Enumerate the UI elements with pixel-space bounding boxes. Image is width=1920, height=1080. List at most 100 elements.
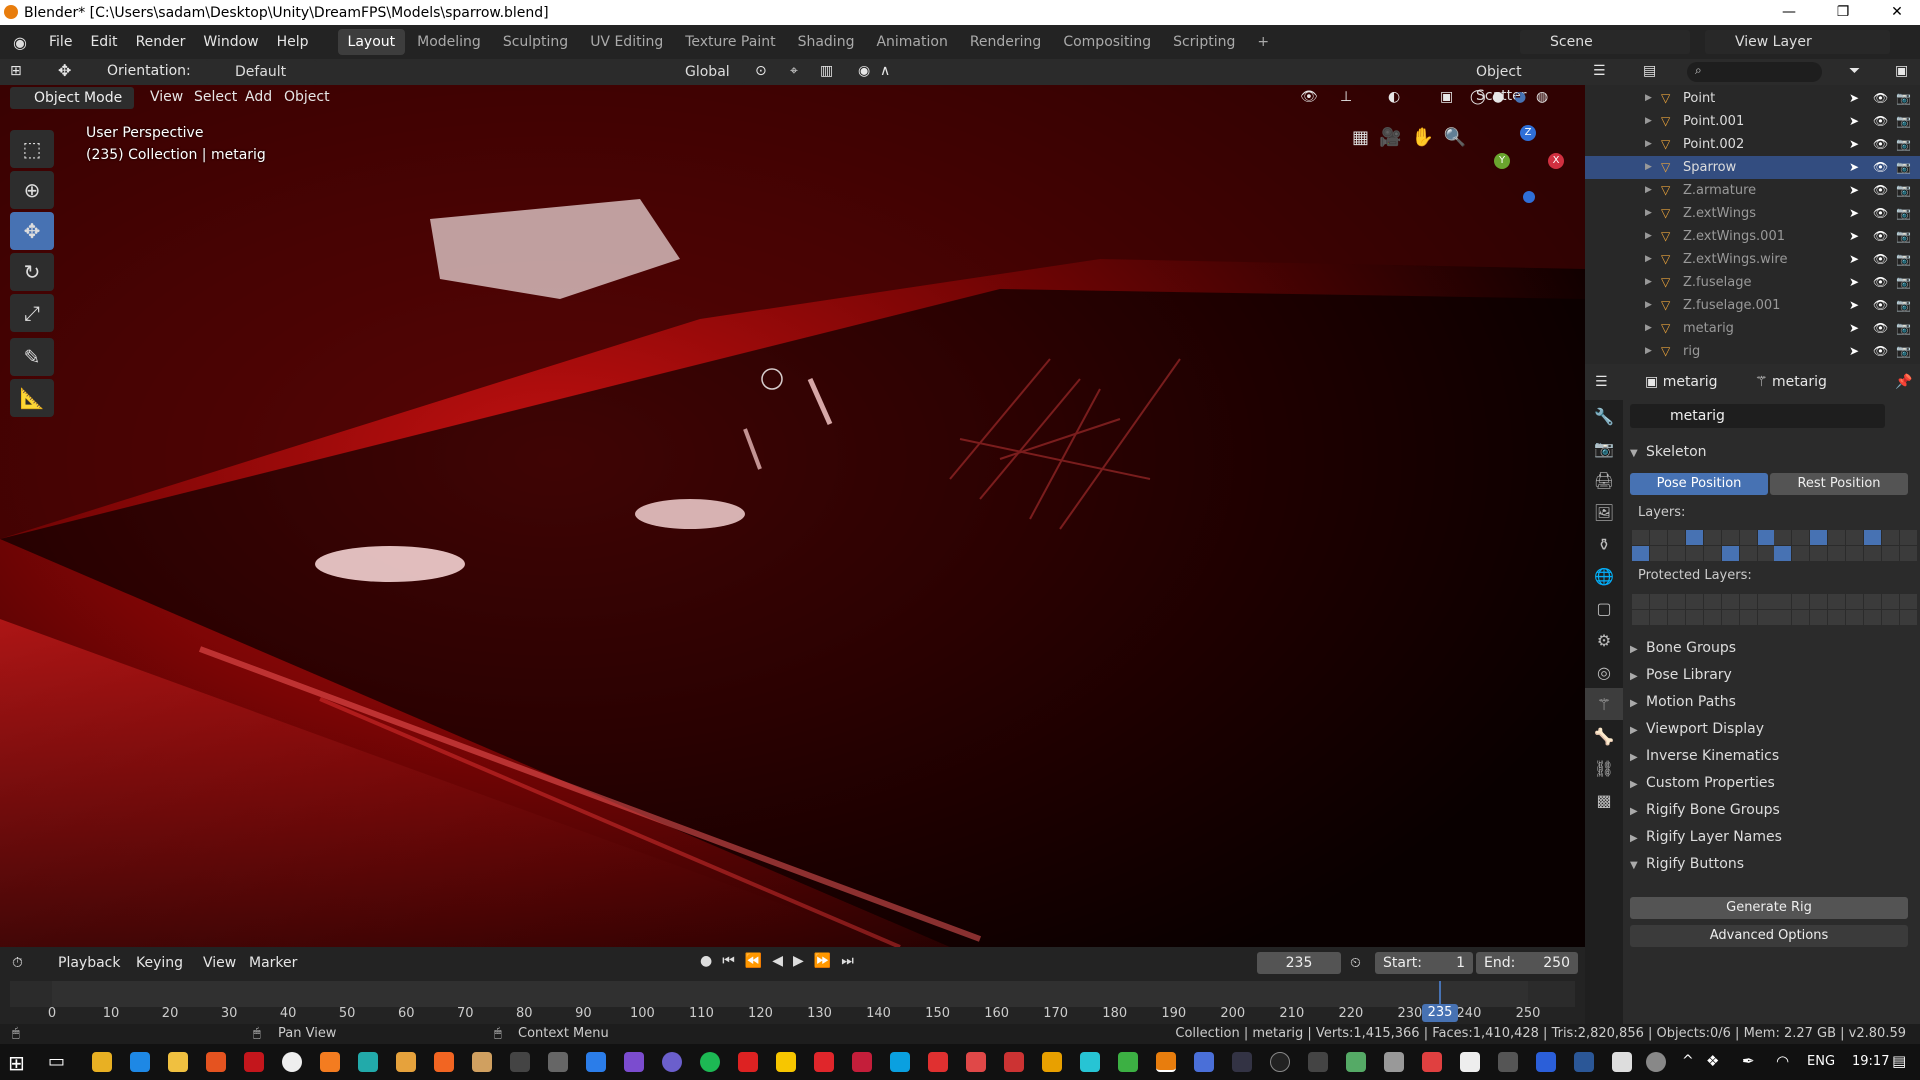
- tab-compositing[interactable]: Compositing: [1053, 29, 1161, 55]
- disclosure-arrow-icon[interactable]: ▶: [1645, 110, 1652, 133]
- visual-studio-app-icon[interactable]: [624, 1052, 644, 1072]
- add-menu[interactable]: Add: [245, 85, 272, 109]
- app-icon-18[interactable]: [776, 1052, 796, 1072]
- disclosure-arrow-icon[interactable]: ▶: [1645, 225, 1652, 248]
- eye-icon[interactable]: 👁: [1873, 156, 1888, 179]
- app-icon-36[interactable]: [1460, 1052, 1480, 1072]
- rendered-shading-icon[interactable]: ◍: [1536, 85, 1548, 109]
- pin-icon[interactable]: 📌: [1895, 370, 1912, 394]
- add-workspace-button[interactable]: +: [1247, 29, 1279, 55]
- wireframe-shading-icon[interactable]: ◯: [1470, 85, 1486, 109]
- collapsed-panel-header[interactable]: ▶ Motion Paths: [1630, 689, 1910, 715]
- gizmo-x-axis[interactable]: X: [1548, 153, 1564, 169]
- solid-shading-icon[interactable]: ●: [1492, 85, 1504, 109]
- eye-icon[interactable]: 👁: [1873, 294, 1888, 317]
- layers-grid-right[interactable]: [1774, 530, 1917, 561]
- select-toggle-icon[interactable]: ➤: [1849, 156, 1859, 179]
- camera-render-icon[interactable]: 📷: [1896, 294, 1911, 317]
- current-frame-field[interactable]: 235: [1257, 952, 1341, 974]
- collapsed-panel-header[interactable]: ▶ Viewport Display: [1630, 716, 1910, 742]
- unity-app-icon[interactable]: [548, 1052, 568, 1072]
- eye-icon[interactable]: 👁: [1873, 87, 1888, 110]
- orientation-dropdown[interactable]: Default: [205, 60, 317, 84]
- marker-menu[interactable]: Marker: [249, 951, 297, 975]
- playback-menu[interactable]: Playback: [58, 951, 120, 975]
- disclosure-arrow-icon[interactable]: ▶: [1645, 248, 1652, 271]
- app-icon-27[interactable]: [1118, 1052, 1138, 1072]
- select-toggle-icon[interactable]: ➤: [1849, 248, 1859, 271]
- rest-position-button[interactable]: Rest Position: [1770, 473, 1908, 495]
- select-toggle-icon[interactable]: ➤: [1849, 225, 1859, 248]
- app-icon-9[interactable]: [434, 1052, 454, 1072]
- pivot-icon[interactable]: ⊙: [755, 59, 767, 83]
- dropbox-tray-icon[interactable]: ❖: [1706, 1052, 1719, 1070]
- breadcrumb-object[interactable]: ▣ metarig: [1645, 370, 1718, 394]
- proportional-edit-icon[interactable]: ◉: [858, 59, 870, 83]
- explorer-app-icon[interactable]: [168, 1052, 188, 1072]
- outliner-row[interactable]: ▶ ▽ Point.002 ➤ 👁 📷: [1585, 133, 1920, 156]
- collapsed-panel-header[interactable]: ▶ Rigify Layer Names: [1630, 824, 1910, 850]
- close-button[interactable]: ✕: [1874, 0, 1920, 25]
- pan-hand-icon[interactable]: ✋: [1411, 127, 1433, 148]
- blender-menu-icon[interactable]: ◉: [0, 33, 40, 52]
- view-layer-selector[interactable]: View Layer: [1705, 30, 1890, 54]
- play-reverse-icon[interactable]: ◀: [772, 953, 783, 969]
- outliner-row[interactable]: ▶ ▽ Point ➤ 👁 📷: [1585, 87, 1920, 110]
- app-icon-11[interactable]: [510, 1052, 530, 1072]
- tab-scripting[interactable]: Scripting: [1163, 29, 1245, 55]
- view-layer-tab-icon[interactable]: 🖼: [1585, 496, 1623, 528]
- app-icon-17[interactable]: [738, 1052, 758, 1072]
- timeline-editor-icon[interactable]: ⏱: [12, 951, 23, 975]
- app-icon-31[interactable]: [1270, 1052, 1290, 1072]
- material-shading-icon[interactable]: ◕: [1514, 85, 1526, 109]
- menu-file[interactable]: File: [40, 34, 81, 50]
- app-icon-35[interactable]: [1422, 1052, 1442, 1072]
- object-menu[interactable]: Object: [284, 85, 330, 109]
- language-indicator[interactable]: ENG: [1807, 1054, 1835, 1069]
- eye-icon[interactable]: 👁: [1873, 248, 1888, 271]
- protected-layers-grid-left[interactable]: [1632, 594, 1775, 625]
- physics-tab-icon[interactable]: ◎: [1585, 656, 1623, 688]
- app-icon-30[interactable]: [1232, 1052, 1252, 1072]
- app-icon-8[interactable]: [396, 1052, 416, 1072]
- measure-tool-icon[interactable]: 📐: [10, 379, 54, 417]
- disclosure-arrow-icon[interactable]: ▶: [1645, 271, 1652, 294]
- eye-icon[interactable]: 👁: [1873, 317, 1888, 340]
- toggle-camera-icon[interactable]: ▦: [1352, 127, 1369, 148]
- app-icon-22[interactable]: [928, 1052, 948, 1072]
- move-tool-button-icon[interactable]: ✥: [10, 212, 54, 250]
- armature-data-tab-icon[interactable]: ⚚: [1585, 688, 1623, 720]
- blender-app-icon[interactable]: [1156, 1052, 1176, 1072]
- generate-rig-button[interactable]: Generate Rig: [1630, 897, 1908, 919]
- disclosure-arrow-icon[interactable]: ▶: [1645, 294, 1652, 317]
- app-icon-10[interactable]: [472, 1052, 492, 1072]
- camera-render-icon[interactable]: 📷: [1896, 179, 1911, 202]
- app-icon-33[interactable]: [1346, 1052, 1366, 1072]
- modifier-tab-icon[interactable]: ⚙: [1585, 624, 1623, 656]
- pose-position-button[interactable]: Pose Position: [1630, 473, 1768, 495]
- world-tab-icon[interactable]: 🌐: [1585, 560, 1623, 592]
- tray-expand-icon[interactable]: ^: [1682, 1053, 1694, 1069]
- app-icon-26[interactable]: [1080, 1052, 1100, 1072]
- filter-icon[interactable]: ⏷: [1849, 59, 1860, 83]
- camera-render-icon[interactable]: 📷: [1896, 87, 1911, 110]
- select-toggle-icon[interactable]: ➤: [1849, 110, 1859, 133]
- gizmo-z-axis[interactable]: Z: [1520, 125, 1536, 141]
- outliner-row[interactable]: ▶ ▽ Z.fuselage.001 ➤ 👁 📷: [1585, 294, 1920, 317]
- notifications-icon[interactable]: ▤: [1892, 1052, 1906, 1070]
- bone-tab-icon[interactable]: 🦴: [1585, 720, 1623, 752]
- scene-tab-icon[interactable]: ⚱: [1585, 528, 1623, 560]
- camera-render-icon[interactable]: 📷: [1896, 271, 1911, 294]
- advanced-options-button[interactable]: Advanced Options: [1630, 925, 1908, 947]
- next-keyframe-icon[interactable]: ⏩: [814, 953, 831, 969]
- app-icon-38[interactable]: [1536, 1052, 1556, 1072]
- disclosure-arrow-icon[interactable]: ▶: [1645, 202, 1652, 225]
- app-icon-34[interactable]: [1384, 1052, 1404, 1072]
- app-icon-23[interactable]: [966, 1052, 986, 1072]
- task-view-icon[interactable]: ▭: [48, 1051, 65, 1072]
- tab-animation[interactable]: Animation: [866, 29, 957, 55]
- eye-icon[interactable]: 👁: [1873, 133, 1888, 156]
- render-tab-icon[interactable]: 📷: [1585, 432, 1623, 464]
- menu-render[interactable]: Render: [127, 34, 195, 50]
- outliner-row[interactable]: ▶ ▽ Z.armature ➤ 👁 📷: [1585, 179, 1920, 202]
